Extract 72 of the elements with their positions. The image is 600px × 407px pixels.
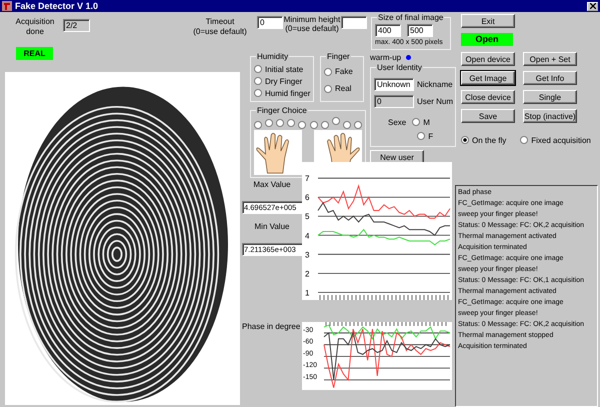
option-label: M [423, 118, 430, 126]
action-button[interactable]: Save [461, 109, 515, 123]
action-button[interactable]: Exit [461, 14, 515, 28]
height-field[interactable]: 500 [407, 24, 433, 37]
warm-up-label: warm-up [370, 52, 402, 62]
option-label: Humid finger [265, 88, 310, 98]
radio-button[interactable] [324, 68, 332, 76]
nickname-field[interactable]: Unknown [374, 78, 414, 91]
action-button[interactable]: Close device [461, 90, 515, 104]
option-label: On the fly [472, 136, 506, 144]
nickname-label: Nickname [417, 80, 453, 89]
axis-tick-label: 4 [305, 231, 310, 240]
window-title: Fake Detector V 1.0 [15, 1, 98, 11]
close-icon [590, 3, 596, 9]
radio-button[interactable] [342, 121, 351, 129]
group-title: Finger Choice [256, 106, 308, 115]
result-badge: REAL [16, 47, 53, 60]
group-title: Humidity [256, 52, 290, 61]
option-label: F [428, 132, 434, 140]
status-indicator: Open [461, 33, 513, 46]
radio-button[interactable] [354, 121, 362, 129]
radio-button[interactable] [324, 84, 332, 92]
axis-tick-label: 6 [305, 193, 310, 202]
option-label: Initial state [265, 64, 304, 74]
timeout-label: Timeout (0=use default) [192, 17, 248, 37]
timeout-field[interactable]: 0 [257, 16, 283, 29]
radio-button[interactable] [254, 77, 262, 85]
option-label: Dry Finger [265, 76, 302, 86]
group-title: Finger [326, 52, 351, 61]
axis-tick-label: 2 [305, 269, 310, 278]
minimum-height-label: Minimum height (0=use default) [283, 15, 341, 33]
radio-button[interactable] [412, 118, 420, 126]
acquisition-count-field[interactable]: 2/2 [63, 19, 90, 32]
phase-label: Phase in degree [242, 322, 302, 331]
option-label: Fixed acquisition [531, 136, 591, 144]
axis-tick-label: 1 [305, 288, 310, 298]
group-title: Size of final image [377, 13, 444, 22]
radio-button[interactable] [287, 119, 296, 127]
action-button[interactable]: Open device [461, 52, 515, 66]
action-button[interactable]: Stop (inactive) [523, 109, 577, 123]
sex-label: Sexe [388, 118, 406, 129]
group-title: User Identity [376, 63, 423, 72]
radio-button[interactable] [320, 121, 329, 129]
option-label: Fake [335, 67, 353, 76]
minimum-height-field[interactable] [341, 16, 367, 29]
action-button[interactable]: Get Info [523, 71, 577, 85]
radio-button[interactable] [254, 89, 262, 97]
max-value-label: Max Value [252, 180, 292, 189]
radio-button[interactable] [310, 121, 318, 129]
radio-button[interactable] [332, 117, 340, 125]
radio-button[interactable] [265, 119, 274, 127]
radio-button[interactable] [520, 136, 528, 144]
user-number-field[interactable]: 0 [374, 95, 414, 108]
option-label: Real [335, 84, 352, 93]
width-field[interactable]: 400 [375, 24, 401, 37]
action-button[interactable]: Open + Set [523, 52, 577, 66]
axis-tick-label: 3 [305, 250, 310, 260]
radio-button[interactable] [461, 136, 469, 144]
radio-button[interactable] [254, 65, 262, 73]
axis-tick-label: 7 [305, 174, 310, 184]
radio-button[interactable] [254, 121, 262, 129]
radio-button[interactable] [417, 132, 426, 140]
user-number-label: User Num [417, 97, 454, 106]
min-value-label: Min Value [254, 222, 290, 231]
radio-button[interactable] [276, 119, 284, 127]
axis-tick-label: 5 [305, 212, 310, 222]
close-button[interactable] [587, 2, 598, 10]
app-icon [2, 1, 12, 11]
radio-button[interactable] [298, 121, 306, 129]
acquisition-label: Acquisition done [14, 17, 56, 37]
action-button[interactable]: Single [523, 90, 577, 104]
action-button[interactable]: Get Image [461, 71, 515, 85]
